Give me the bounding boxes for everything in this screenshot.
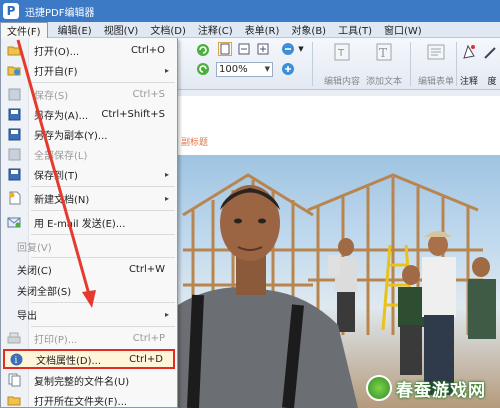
app-title: 迅捷PDF编辑器 <box>25 7 95 19</box>
copy-filename-icon <box>7 373 21 387</box>
document-photo <box>178 155 500 408</box>
menu-item-copy-filename[interactable]: 复制完整的文件名(U) <box>1 370 177 390</box>
svg-text:T: T <box>337 48 345 59</box>
save-copy-icon <box>7 127 21 141</box>
zoom-select[interactable]: 100% ▼ <box>216 62 273 77</box>
menu-edit[interactable]: 编辑(E) <box>52 22 98 38</box>
svg-text:T: T <box>379 46 387 60</box>
fit-width-icon[interactable] <box>237 42 251 56</box>
edit-content-icon: T <box>334 43 350 61</box>
rotate-cw-icon[interactable] <box>196 43 210 57</box>
menu-object[interactable]: 对象(B) <box>285 22 332 38</box>
toolbar-separator <box>312 42 313 86</box>
menu-item-open[interactable]: 打开(O)... Ctrl+O <box>1 40 177 60</box>
menu-separator <box>31 257 175 258</box>
menu-item-save-as[interactable]: 另存为(A)... Ctrl+Shift+S <box>1 104 177 124</box>
chevron-down-icon: ▼ <box>264 65 270 73</box>
menu-view[interactable]: 视图(V) <box>98 22 145 38</box>
submenu-arrow-icon: ▸ <box>164 169 169 179</box>
menu-form[interactable]: 表单(R) <box>239 22 286 38</box>
save-all-icon <box>7 147 21 161</box>
title-bar: P 迅捷PDF编辑器 <box>0 0 500 22</box>
menu-item-export[interactable]: 导出 ▸ <box>1 304 177 324</box>
actual-size-icon[interactable] <box>256 42 270 56</box>
save-as-icon <box>7 107 21 121</box>
document-properties-icon: i <box>9 352 23 366</box>
measure-icon <box>484 47 496 59</box>
menu-window[interactable]: 窗口(W) <box>378 22 428 38</box>
menu-item-save-all[interactable]: 全部保存(L) <box>1 144 177 164</box>
app-logo-icon: P <box>3 3 19 19</box>
measure-button[interactable]: 度 <box>484 40 500 88</box>
edit-form-button[interactable]: 编辑表单 <box>416 40 456 88</box>
comment-button[interactable]: 注释 <box>458 40 480 88</box>
menu-separator <box>31 82 175 83</box>
watermark: 春蚕游戏网 <box>366 372 496 404</box>
toolbar-separator <box>456 42 457 86</box>
menu-tools[interactable]: 工具(T) <box>332 22 378 38</box>
file-menu: 打开(O)... Ctrl+O 打开自(F) ▸ 保存(S) Ctrl+S 另存… <box>0 38 178 408</box>
menu-item-close[interactable]: 关闭(C) Ctrl+W <box>1 259 177 279</box>
fit-page-icon[interactable] <box>218 42 232 56</box>
menu-item-close-all[interactable]: 关闭全部(S) <box>1 280 177 300</box>
submenu-arrow-icon: ▸ <box>164 309 169 319</box>
add-text-icon: T <box>376 43 392 61</box>
menu-separator <box>31 186 175 187</box>
menu-item-revert[interactable]: 回复(V) <box>1 236 177 256</box>
menu-file[interactable]: 文件(F) <box>0 21 48 38</box>
save-to-icon <box>7 167 21 181</box>
menu-item-save-copy[interactable]: 另存为副本(Y)... <box>1 124 177 144</box>
zoom-in-icon[interactable] <box>281 62 295 76</box>
zoom-dropdown-arrow-icon[interactable]: ▼ <box>294 42 308 56</box>
zoom-out-icon[interactable] <box>281 42 295 56</box>
menu-separator <box>31 302 175 303</box>
menu-separator <box>31 234 175 235</box>
menu-item-open-from[interactable]: 打开自(F) ▸ <box>1 60 177 80</box>
toolbar-separator <box>410 42 411 86</box>
add-text-button[interactable]: T 添加文本 <box>364 40 404 88</box>
document-subtitle: 副标题 <box>181 138 209 148</box>
edit-content-button[interactable]: T 编辑内容 <box>320 40 364 88</box>
menu-separator <box>31 326 175 327</box>
menu-item-email[interactable]: 用 E-mail 发送(E)... <box>1 212 177 232</box>
menu-item-save-to[interactable]: 保存到(T) ▸ <box>1 164 177 184</box>
menu-separator <box>31 210 175 211</box>
rotate-ccw-icon[interactable] <box>196 62 210 76</box>
open-folder-icon <box>7 43 21 57</box>
zoom-value: 100% <box>219 64 248 75</box>
submenu-arrow-icon: ▸ <box>164 193 169 203</box>
menu-item-save[interactable]: 保存(S) Ctrl+S <box>1 84 177 104</box>
menu-item-new-document[interactable]: 新建文档(N) ▸ <box>1 188 177 208</box>
menu-item-print[interactable]: 打印(P)... Ctrl+P <box>1 328 177 348</box>
menu-comment[interactable]: 注释(C) <box>192 22 239 38</box>
open-containing-folder-icon <box>7 393 21 407</box>
new-document-icon <box>7 191 21 205</box>
open-from-icon <box>7 63 21 77</box>
menu-document[interactable]: 文档(D) <box>144 22 192 38</box>
edit-form-icon <box>427 44 445 60</box>
save-icon <box>7 87 21 101</box>
menu-item-document-properties[interactable]: i 文档属性(D)... Ctrl+D <box>3 349 175 369</box>
comment-icon <box>463 44 475 59</box>
watermark-logo-icon <box>366 375 392 401</box>
svg-text:i: i <box>14 356 17 366</box>
print-icon <box>7 331 21 345</box>
email-icon <box>7 215 21 229</box>
submenu-arrow-icon: ▸ <box>164 65 169 75</box>
menu-bar: 文件(F) 编辑(E) 视图(V) 文档(D) 注释(C) 表单(R) 对象(B… <box>0 21 500 38</box>
menu-item-open-containing-folder[interactable]: 打开所在文件夹(F)... <box>1 390 177 408</box>
